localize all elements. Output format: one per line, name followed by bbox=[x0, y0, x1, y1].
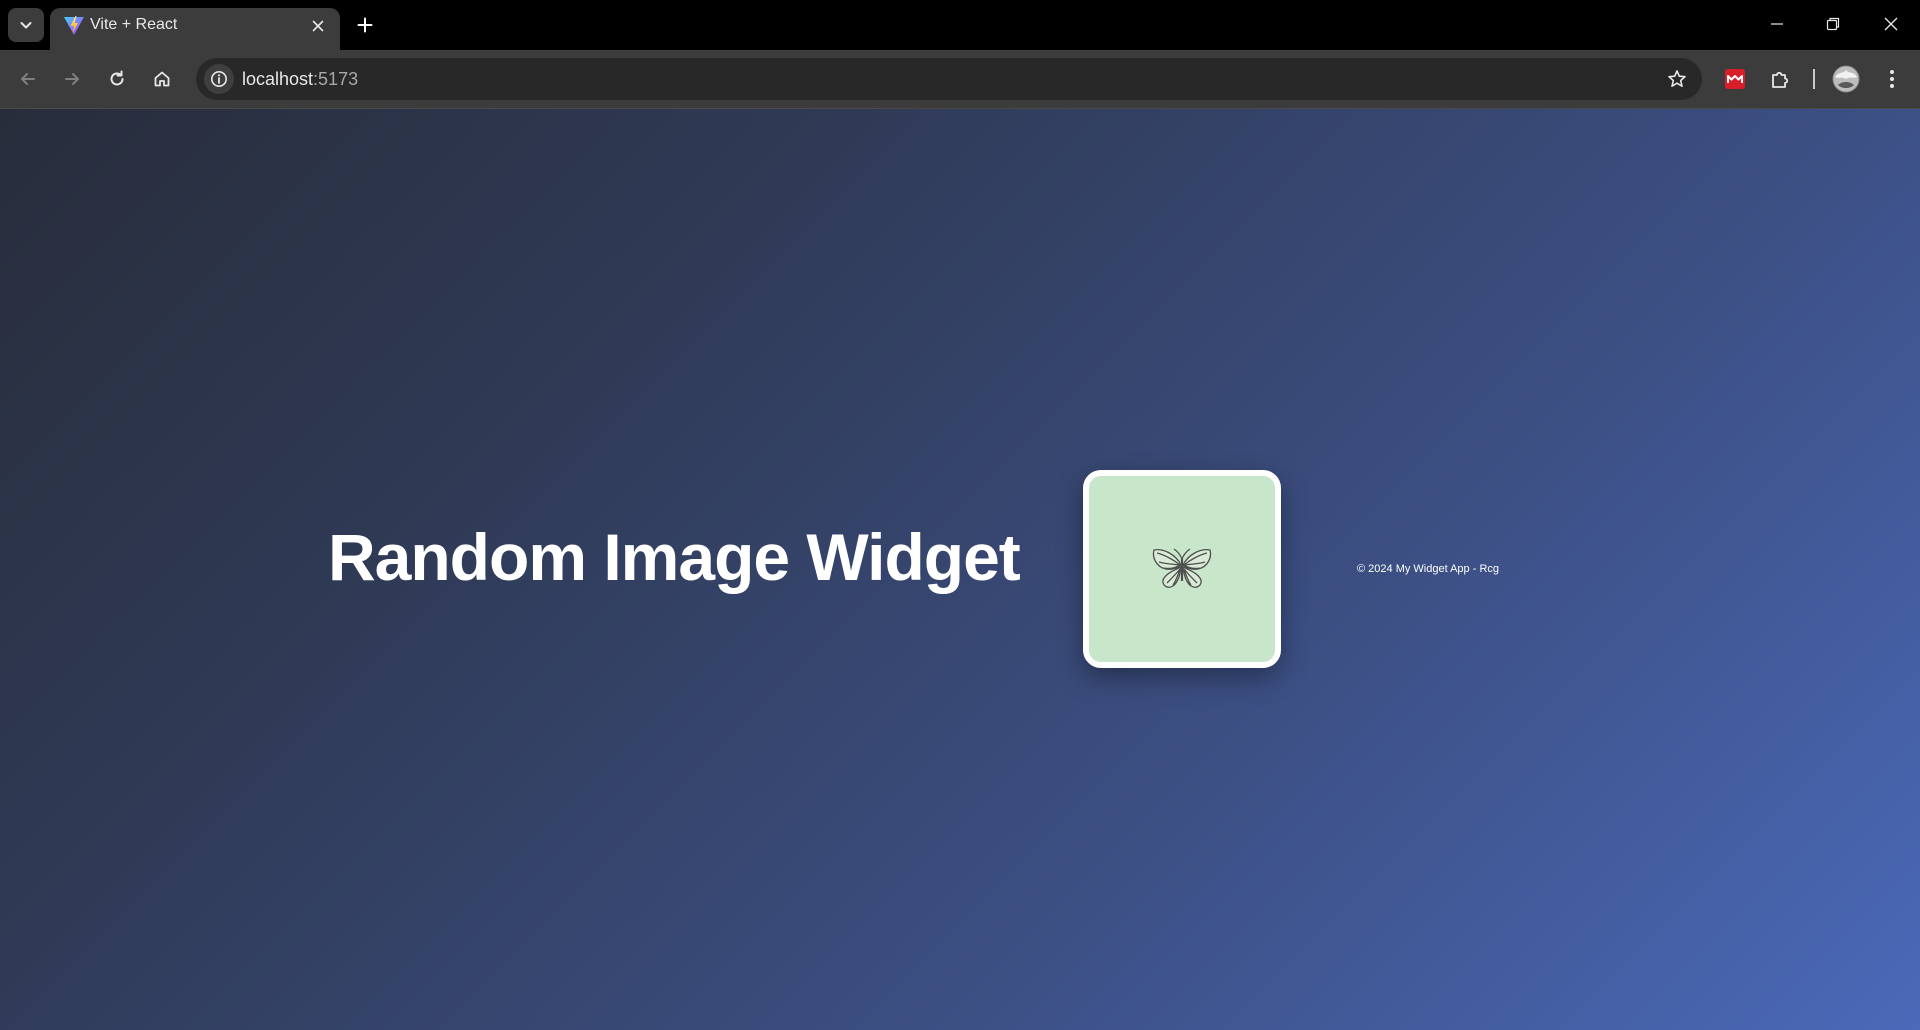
url-text[interactable]: localhost:5173 bbox=[242, 69, 358, 90]
back-button[interactable] bbox=[10, 61, 46, 97]
extension-red-icon bbox=[1725, 69, 1745, 89]
restore-button[interactable] bbox=[1811, 6, 1855, 42]
minimize-button[interactable] bbox=[1755, 6, 1799, 42]
page-viewport: Random Image Widget © 2024 My Widget App… bbox=[0, 109, 1920, 1030]
new-tab-button[interactable] bbox=[350, 10, 380, 40]
tab-title: Vite + React bbox=[90, 16, 178, 33]
reload-button[interactable] bbox=[99, 61, 135, 97]
plus-icon bbox=[357, 17, 373, 33]
url-port: :5173 bbox=[313, 69, 359, 89]
avatar bbox=[1832, 65, 1860, 93]
tab-strip: Vite + React bbox=[0, 0, 1920, 50]
tab-search-button[interactable] bbox=[8, 8, 44, 42]
kebab-menu-icon bbox=[1890, 70, 1894, 88]
site-info-button[interactable] bbox=[204, 64, 234, 94]
butterfly-icon bbox=[1152, 548, 1212, 588]
browser-toolbar: localhost:5173 bbox=[0, 50, 1920, 109]
bookmark-button[interactable] bbox=[1662, 64, 1692, 94]
vite-logo-icon bbox=[64, 16, 84, 35]
footer-copyright: © 2024 My Widget App - Rcg bbox=[1357, 563, 1500, 575]
home-icon bbox=[154, 71, 170, 87]
info-icon bbox=[211, 71, 227, 87]
back-arrow-icon bbox=[21, 73, 35, 85]
home-button[interactable] bbox=[144, 61, 180, 97]
forward-button[interactable] bbox=[54, 61, 90, 97]
random-image bbox=[1083, 470, 1281, 668]
restore-icon bbox=[1826, 17, 1840, 31]
chevron-down-icon bbox=[20, 22, 32, 29]
extensions-menu-button[interactable] bbox=[1763, 61, 1799, 97]
extension-button[interactable] bbox=[1717, 61, 1753, 97]
star-icon bbox=[1668, 70, 1686, 87]
toolbar-divider bbox=[1813, 69, 1815, 89]
forward-arrow-icon bbox=[65, 73, 79, 85]
close-icon bbox=[312, 20, 324, 32]
reload-icon bbox=[110, 70, 124, 86]
tab-close-button[interactable] bbox=[306, 14, 330, 38]
url-host: localhost bbox=[242, 69, 314, 89]
tab-active[interactable]: Vite + React bbox=[50, 8, 340, 50]
browser-window: Vite + React localhost:5173 Random Image… bbox=[0, 0, 1920, 1030]
address-bar[interactable]: localhost:5173 bbox=[196, 58, 1702, 100]
window-close-button[interactable] bbox=[1869, 6, 1913, 42]
page-title: Random Image Widget bbox=[328, 520, 1021, 594]
close-icon bbox=[1884, 17, 1898, 31]
minimize-icon bbox=[1771, 23, 1783, 25]
puzzle-piece-icon bbox=[1772, 71, 1789, 88]
browser-menu-button[interactable] bbox=[1874, 61, 1910, 97]
profile-button[interactable] bbox=[1828, 61, 1864, 97]
widget-container: Random Image Widget © 2024 My Widget App… bbox=[0, 109, 1920, 1030]
